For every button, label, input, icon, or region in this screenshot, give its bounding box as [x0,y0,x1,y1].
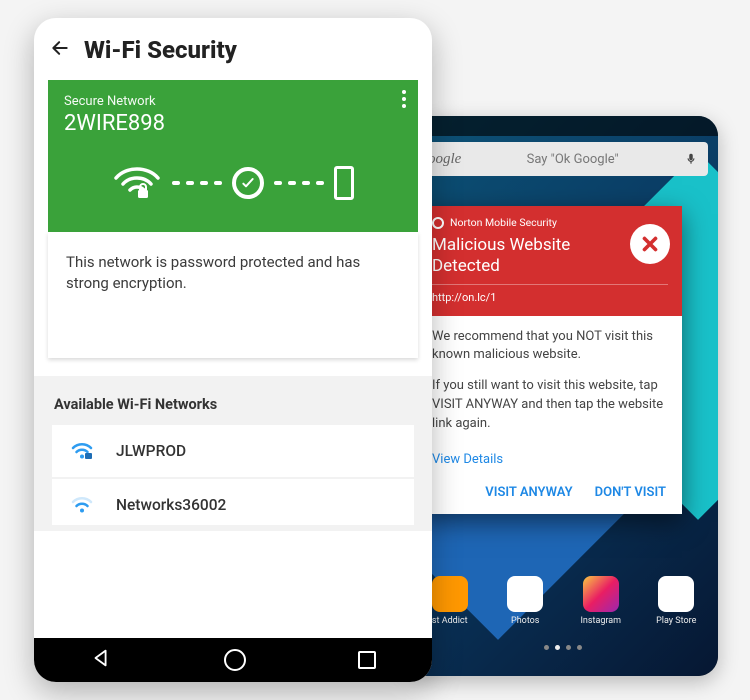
app-playstore[interactable]: Play Store [648,576,704,626]
status-bar [408,116,718,136]
close-icon[interactable] [630,224,670,264]
available-networks-header: Available Wi-Fi Networks [52,386,414,425]
page-title: Wi-Fi Security [84,36,237,64]
phone-back: oogle Say "Ok Google" Norton Mobile Secu… [408,116,718,676]
dialog-header: Norton Mobile Security Malicious Website… [418,206,682,316]
wifi-lock-icon [112,162,162,204]
dialog-body-1: We recommend that you NOT visit this kno… [432,328,668,366]
more-icon[interactable] [402,90,406,108]
secure-network-card: Secure Network 2WIRE898 [48,80,418,232]
connection-graphic [64,162,402,204]
dialog-url: http://on.lc/1 [432,284,668,304]
network-item[interactable]: Networks36002 [52,479,414,527]
android-nav-bar [34,638,432,682]
nav-home-icon[interactable] [224,649,246,671]
nav-back-icon[interactable] [90,647,112,673]
back-icon[interactable] [50,38,70,62]
network-caption: Secure Network [64,94,402,109]
nav-recents-icon[interactable] [358,651,376,669]
dialog-title: Malicious Website Detected [432,235,592,278]
visit-anyway-button[interactable]: VISIT ANYWAY [485,485,572,500]
app-photos[interactable]: Photos [497,576,553,626]
network-description-card: This network is password protected and h… [48,232,418,358]
network-description: This network is password protected and h… [66,253,360,292]
dialog-body-2: If you still want to visit this website,… [432,377,668,434]
network-name: JLWPROD [116,442,186,460]
dialog-brand: Norton Mobile Security [450,216,557,229]
check-icon [232,167,264,199]
phone-front: Wi-Fi Security Secure Network 2WIRE898 [34,18,432,682]
app-bar: Wi-Fi Security [34,18,432,74]
home-apps-row: st Addict Photos Instagram Play Store [408,576,718,626]
dont-visit-button[interactable]: DON'T VISIT [595,485,666,500]
norton-logo-icon [432,217,444,229]
pager-dots [408,645,718,650]
network-item[interactable]: JLWPROD [52,425,414,479]
available-networks-section: Available Wi-Fi Networks JLWPROD Network… [34,376,432,531]
network-name: Networks36002 [116,496,226,514]
app-instagram[interactable]: Instagram [573,576,629,626]
google-logo: oogle [428,151,461,168]
device-icon [334,166,354,200]
google-search-bar[interactable]: oogle Say "Ok Google" [418,142,708,176]
malicious-site-dialog: Norton Mobile Security Malicious Website… [418,206,682,514]
network-ssid: 2WIRE898 [64,111,402,136]
wifi-icon [70,493,94,517]
mic-icon[interactable] [684,152,698,166]
wifi-icon [70,439,94,463]
view-details-link[interactable]: View Details [418,452,682,477]
search-hint: Say "Ok Google" [461,152,684,167]
